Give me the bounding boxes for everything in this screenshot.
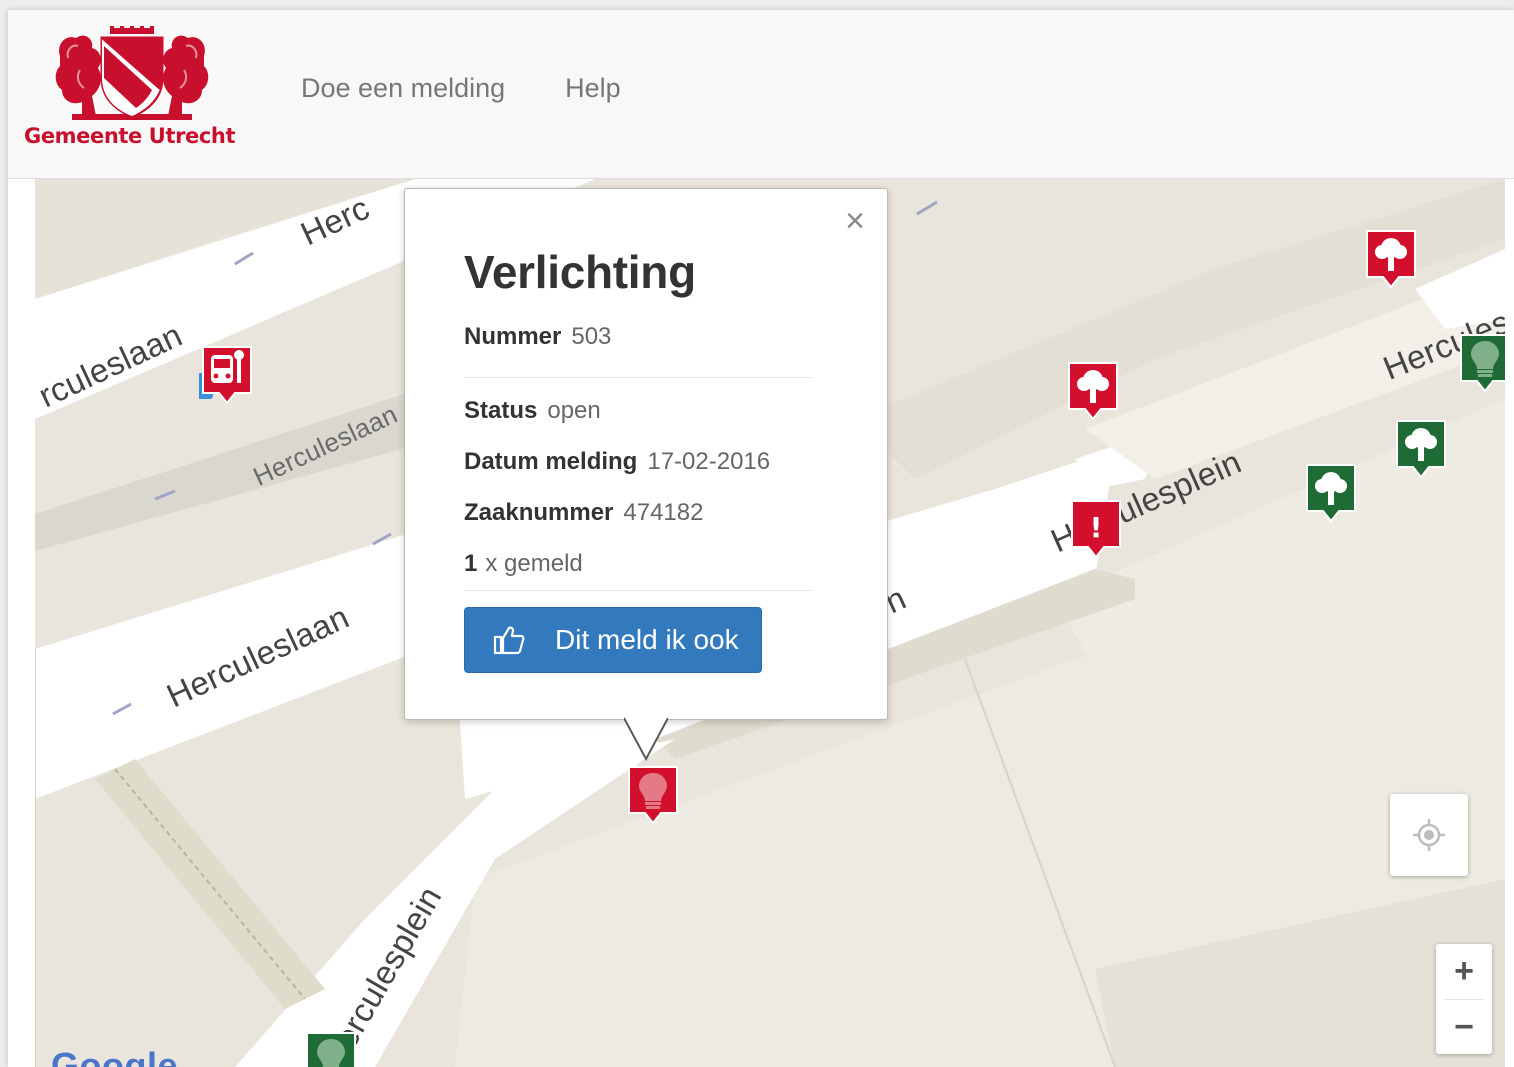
- header: Gemeente Utrecht Doe een melding Help: [8, 10, 1514, 179]
- field-zaaknummer: Zaaknummer 474182: [464, 499, 703, 527]
- lightbulb-marker[interactable]: [303, 1029, 359, 1067]
- nav-doe-een-melding[interactable]: Doe een melding: [301, 70, 505, 106]
- zoom-control: + −: [1436, 944, 1492, 1054]
- field-nummer: Nummer 503: [464, 323, 611, 351]
- button-label: Dit meld ik ook: [555, 624, 739, 655]
- warning-glyph: !: [1090, 511, 1103, 544]
- field-status: Status open: [464, 397, 601, 425]
- warning-marker[interactable]: !: [1068, 497, 1124, 563]
- field-value: 474182: [623, 499, 704, 526]
- map[interactable]: Herc rculeslaan Herculeslaan Herculeslaa…: [35, 179, 1505, 1067]
- report-count-number: 1: [464, 550, 478, 577]
- popup-tail: [624, 717, 668, 761]
- bus-stop-marker[interactable]: [199, 343, 255, 409]
- gemeente-utrecht-logo[interactable]: Gemeente Utrecht: [22, 26, 244, 156]
- popup-title: Verlichting: [464, 246, 696, 298]
- report-count-suffix: x gemeld: [485, 550, 583, 577]
- main-nav: Doe een melding Help: [301, 70, 621, 106]
- lightbulb-icon: [1460, 334, 1505, 393]
- info-popup: × Verlichting Nummer 503 Status open Datum…: [404, 188, 888, 761]
- lightbulb-icon: [628, 766, 678, 825]
- thumbs-up-icon: [493, 626, 525, 655]
- divider: [464, 590, 812, 591]
- field-label: Zaaknummer: [464, 499, 614, 526]
- field-label: Datum melding: [464, 448, 638, 475]
- field-datum-melding: Datum melding 17-02-2016: [464, 448, 770, 476]
- field-label: Nummer: [464, 323, 562, 350]
- field-label: Status: [464, 397, 538, 424]
- tree-icon: [1306, 464, 1356, 523]
- google-watermark[interactable]: Google: [51, 1045, 178, 1067]
- field-value: 503: [571, 323, 612, 350]
- tree-marker[interactable]: [1393, 417, 1449, 483]
- tree-marker[interactable]: [1363, 227, 1419, 293]
- lightbulb-icon: [306, 1032, 356, 1067]
- tree-marker[interactable]: [1303, 461, 1359, 527]
- field-value: 17-02-2016: [647, 448, 771, 475]
- crosshair-icon: [1413, 819, 1445, 851]
- field-value: open: [547, 397, 601, 424]
- logo-text: Gemeente Utrecht: [24, 124, 236, 148]
- dit-meld-ik-ook-button[interactable]: Dit meld ik ook: [464, 607, 762, 673]
- my-location-button[interactable]: [1390, 794, 1468, 876]
- tree-icon: [1396, 420, 1446, 479]
- bus-icon: [199, 346, 252, 405]
- zoom-in-button[interactable]: +: [1436, 944, 1492, 999]
- nav-help[interactable]: Help: [565, 70, 621, 106]
- zoom-out-button[interactable]: −: [1436, 1000, 1492, 1055]
- close-icon[interactable]: ×: [845, 201, 865, 241]
- exclamation-icon: !: [1071, 500, 1121, 559]
- lightbulb-marker-selected[interactable]: [625, 763, 681, 829]
- tree-icon: [1366, 230, 1416, 289]
- tree-marker[interactable]: [1065, 359, 1121, 425]
- tree-icon: [1068, 362, 1118, 421]
- utrecht-crest-icon: [55, 26, 209, 120]
- report-count: 1 x gemeld: [464, 550, 583, 578]
- lightbulb-marker[interactable]: [1457, 331, 1505, 397]
- divider: [464, 377, 812, 378]
- app-window: Gemeente Utrecht Doe een melding Help He…: [8, 10, 1514, 1067]
